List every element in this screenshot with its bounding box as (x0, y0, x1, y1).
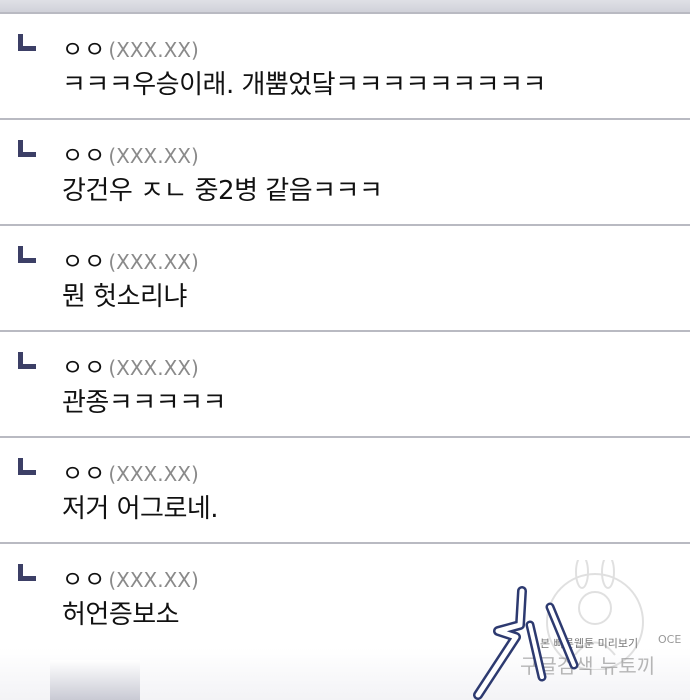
reply-author-name[interactable]: ㅇㅇ (62, 249, 106, 275)
reply-list: ㅇㅇ (XXX.XX) ㅋㅋㅋ우승이래. 개뿜었닼ㅋㅋㅋㅋㅋㅋㅋㅋㅋ ㅇㅇ (XXX… (0, 12, 690, 648)
reply-author-ip: (XXX.XX) (108, 568, 199, 592)
reply-item-2: ㅇㅇ (XXX.XX) 강건우 ㅈㄴ 중2병 같음ㅋㅋㅋ (0, 118, 690, 224)
reply-author-row: ㅇㅇ (XXX.XX) (62, 136, 199, 170)
reply-author-row: ㅇㅇ (XXX.XX) (62, 348, 199, 382)
bottom-illustration-shadow (50, 660, 140, 700)
reply-author-row: ㅇㅇ (XXX.XX) (62, 454, 199, 488)
reply-author-name[interactable]: ㅇㅇ (62, 143, 106, 169)
reply-item-3: ㅇㅇ (XXX.XX) 뭔 헛소리냐 (0, 224, 690, 330)
reply-author-name[interactable]: ㅇㅇ (62, 461, 106, 487)
reply-text: 관종ㅋㅋㅋㅋㅋ (62, 388, 226, 418)
reply-author-ip: (XXX.XX) (108, 356, 199, 380)
reply-item-1: ㅇㅇ (XXX.XX) ㅋㅋㅋ우승이래. 개뿜었닼ㅋㅋㅋㅋㅋㅋㅋㅋㅋ (0, 12, 690, 118)
reply-author-ip: (XXX.XX) (108, 462, 199, 486)
reply-text: 허언증보소 (62, 600, 180, 630)
reply-item-5: ㅇㅇ (XXX.XX) 저거 어그로네. (0, 436, 690, 542)
comment-thread-page: ㅇㅇ (XXX.XX) ㅋㅋㅋ우승이래. 개뿜었닼ㅋㅋㅋㅋㅋㅋㅋㅋㅋ ㅇㅇ (XXX… (0, 0, 690, 700)
reply-author-row: ㅇㅇ (XXX.XX) (62, 560, 199, 594)
reply-arrow-icon (18, 246, 36, 263)
reply-text: 뭔 헛소리냐 (62, 282, 187, 312)
reply-text: 저거 어그로네. (62, 494, 219, 524)
reply-arrow-icon (18, 352, 36, 369)
reply-author-row: ㅇㅇ (XXX.XX) (62, 30, 199, 64)
reply-arrow-icon (18, 34, 36, 51)
ink-brush-stroke (473, 586, 579, 700)
reply-arrow-icon (18, 140, 36, 157)
reply-author-ip: (XXX.XX) (108, 38, 199, 62)
reply-text: 강건우 ㅈㄴ 중2병 같음ㅋㅋㅋ (62, 176, 383, 206)
reply-arrow-icon (18, 458, 36, 475)
reply-text: ㅋㅋㅋ우승이래. 개뿜었닼ㅋㅋㅋㅋㅋㅋㅋㅋㅋ (62, 70, 546, 100)
watermark-corner-text: OCE (658, 633, 682, 646)
reply-author-ip: (XXX.XX) (108, 144, 199, 168)
reply-item-4: ㅇㅇ (XXX.XX) 관종ㅋㅋㅋㅋㅋ (0, 330, 690, 436)
reply-author-ip: (XXX.XX) (108, 250, 199, 274)
reply-author-row: ㅇㅇ (XXX.XX) (62, 242, 199, 276)
reply-arrow-icon (18, 564, 36, 581)
reply-author-name[interactable]: ㅇㅇ (62, 567, 106, 593)
reply-author-name[interactable]: ㅇㅇ (62, 37, 106, 63)
reply-author-name[interactable]: ㅇㅇ (62, 355, 106, 381)
